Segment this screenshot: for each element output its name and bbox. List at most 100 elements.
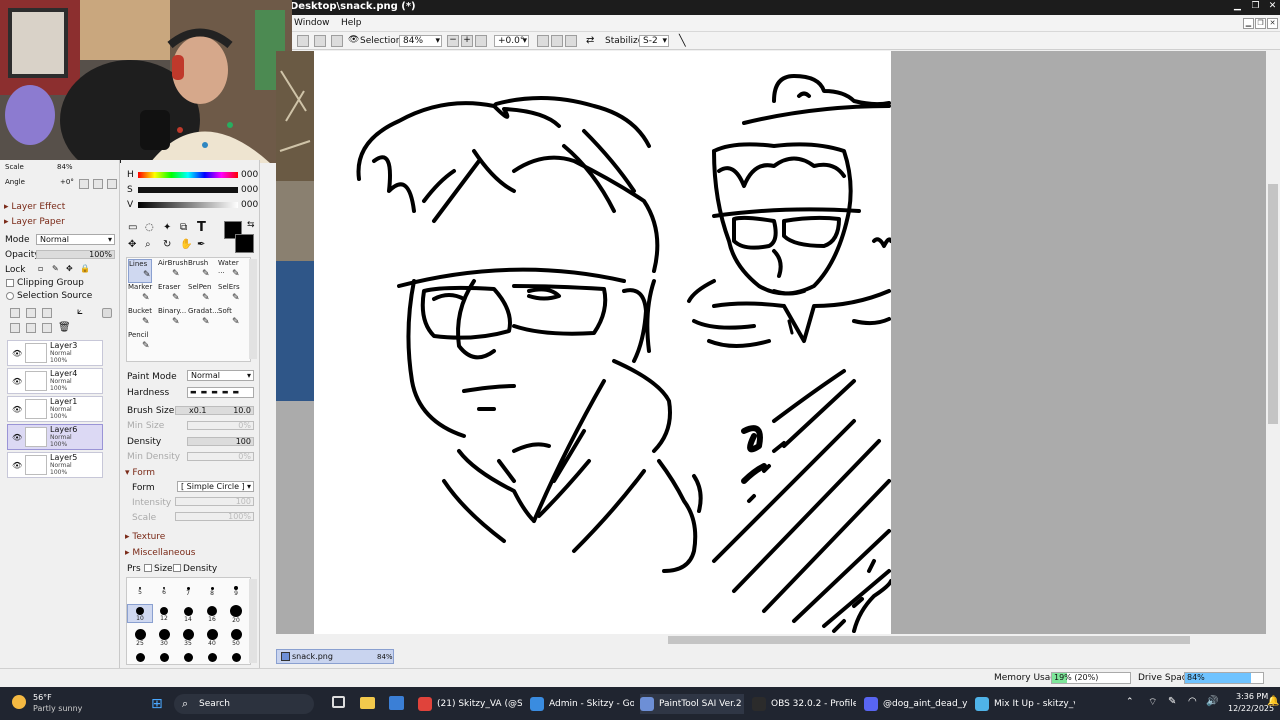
horizontal-scroll-thumb[interactable] — [668, 636, 1190, 644]
task-view-icon[interactable] — [332, 696, 345, 708]
brush-size-preset[interactable]: 10 — [127, 604, 153, 623]
maximize-icon[interactable]: ❐ — [1250, 1, 1261, 12]
zoom-in-icon[interactable]: + — [461, 35, 473, 47]
brush-size-preset[interactable] — [152, 651, 176, 662]
zoom-reset-icon[interactable] — [475, 35, 487, 47]
brush-size-preset[interactable]: 16 — [200, 605, 224, 623]
value-slider[interactable] — [138, 202, 238, 208]
taskbar-app[interactable]: PaintTool SAI Ver.2 (6 — [640, 694, 744, 714]
lock-move-icon[interactable]: ✥ — [66, 264, 73, 273]
size-grid-scrollbar[interactable] — [249, 579, 257, 663]
rotation-select[interactable]: +0.0° ▾ — [494, 35, 529, 47]
volume-icon[interactable]: 🔊 — [1206, 696, 1218, 707]
eyedropper-icon[interactable]: ✒ — [197, 239, 205, 250]
selection-toggle[interactable]: Selection — [360, 36, 401, 46]
layer-mode-select[interactable]: Normal ▾ — [36, 234, 115, 245]
brush-size-preset[interactable]: 7 — [176, 582, 200, 597]
brush-size-slider[interactable]: x0.1 10.0 — [175, 406, 254, 415]
brush-size-preset[interactable]: 20 — [224, 605, 248, 624]
intensity-slider[interactable]: 100 — [175, 497, 254, 506]
pressure-density-checkbox[interactable] — [173, 564, 181, 572]
minimize-icon[interactable]: ▁ — [1232, 1, 1243, 12]
drawing-canvas[interactable] — [314, 51, 891, 634]
zoom-out-icon[interactable]: − — [447, 35, 459, 47]
hue-slider[interactable] — [138, 172, 238, 178]
layer-row[interactable]: 👁 Layer1 Normal 100% — [7, 396, 103, 422]
lock-all-icon[interactable]: 🔒 — [80, 264, 90, 273]
clipping-group-checkbox[interactable] — [6, 279, 14, 287]
taskbar-app[interactable]: OBS 32.0.2 - Profile: S — [752, 694, 856, 714]
store-icon[interactable] — [389, 696, 404, 710]
clock-time[interactable]: 3:36 PM — [1236, 692, 1268, 701]
min-density-slider[interactable]: 0% — [187, 452, 254, 461]
wifi-icon[interactable]: ◠ — [1188, 696, 1197, 707]
straight-line-icon[interactable]: ╲ — [679, 34, 686, 47]
delete-layer-icon[interactable]: 🗑 — [58, 322, 71, 333]
taskbar-app[interactable]: (21) Skitzy_VA (@Skitz — [418, 694, 522, 714]
select-pen-icon[interactable]: ⧉ — [180, 222, 187, 233]
brush-tool-7[interactable]: SelErs ✎ — [218, 283, 242, 307]
brush-size-preset[interactable]: 25 — [128, 628, 152, 647]
undo-icon[interactable] — [297, 35, 309, 47]
transfer-down-icon[interactable] — [10, 323, 20, 333]
weather-temp[interactable]: 56°F — [33, 693, 52, 702]
brush-size-preset[interactable]: 35 — [176, 628, 200, 647]
redo-icon[interactable] — [314, 35, 326, 47]
lasso-icon[interactable]: ◌ — [145, 222, 154, 233]
brush-tool-4[interactable]: Marker ✎ — [128, 283, 152, 307]
rotate-icon[interactable]: ↻ — [163, 239, 171, 250]
rect-select-icon[interactable]: ▭ — [128, 222, 137, 233]
horizontal-scrollbar[interactable] — [276, 634, 1268, 646]
angle-rotate-icon[interactable] — [93, 179, 103, 189]
brush-tool-0[interactable]: Lines ✎ — [128, 259, 152, 283]
brush-tool-3[interactable]: Water ... ✎ — [218, 259, 242, 283]
new-linework-layer-icon[interactable] — [26, 308, 36, 318]
rotate-reset-icon[interactable] — [565, 35, 577, 47]
doc-restore-icon[interactable]: ❐ — [1255, 18, 1266, 29]
brush-tool-8[interactable]: Bucket ✎ — [128, 307, 152, 331]
selection-source-checkbox[interactable] — [6, 292, 14, 300]
brush-tool-10[interactable]: Gradat... ✎ — [188, 307, 219, 331]
text-tool-icon[interactable]: T — [197, 220, 206, 235]
hand-icon[interactable]: ✋ — [180, 239, 192, 250]
taskbar-app[interactable]: @dog_aint_dead_yet — [864, 694, 968, 714]
network-icon[interactable]: ⌔ — [1148, 696, 1157, 709]
brush-size-preset[interactable]: 30 — [152, 628, 176, 647]
layer-tool-icon[interactable]: ⟀ — [77, 306, 83, 317]
lock-transparency-icon[interactable]: ▫ — [38, 264, 43, 273]
brush-size-preset[interactable] — [200, 651, 224, 662]
brush-tool-1[interactable]: AirBrush ✎ — [158, 259, 188, 283]
layer-effect-section[interactable]: ▸ Layer Effect — [4, 202, 65, 212]
file-explorer-icon[interactable] — [360, 697, 375, 709]
brush-size-preset[interactable] — [128, 651, 152, 662]
rotate-left-icon[interactable] — [537, 35, 549, 47]
start-icon[interactable]: ⊞ — [151, 696, 163, 712]
document-tab[interactable]: snack.png 84% — [276, 649, 394, 664]
brush-size-preset[interactable]: 12 — [152, 605, 176, 622]
taskbar-app[interactable]: Mix It Up - skitzy_va - — [975, 694, 1075, 714]
form-section[interactable]: ▾ Form — [125, 468, 155, 478]
visibility-eye-icon[interactable]: 👁 — [12, 377, 22, 386]
notifications-icon[interactable]: 🔔 — [1267, 696, 1279, 707]
brush-size-preset[interactable] — [176, 651, 200, 662]
tray-chevron-icon[interactable]: ⌃ — [1126, 697, 1134, 707]
close-icon[interactable]: ✕ — [1267, 1, 1278, 12]
opacity-slider[interactable]: 100% — [36, 250, 115, 259]
brush-tool-2[interactable]: Brush ✎ — [188, 259, 212, 283]
layer-paper-section[interactable]: ▸ Layer Paper — [4, 217, 65, 227]
merge-down-icon[interactable] — [26, 323, 36, 333]
visibility-eye-icon[interactable]: 👁 — [12, 461, 22, 470]
magic-wand-icon[interactable]: ✦ — [163, 222, 171, 233]
deselect-icon[interactable] — [331, 35, 343, 47]
visibility-eye-icon[interactable]: 👁 — [12, 405, 22, 414]
clear-layer-icon[interactable] — [42, 323, 52, 333]
brush-tool-5[interactable]: Eraser ✎ — [158, 283, 182, 307]
brush-size-preset[interactable]: 50 — [224, 628, 248, 647]
new-layer-icon[interactable] — [10, 308, 20, 318]
taskbar-app[interactable]: Admin - Skitzy - Goog — [530, 694, 634, 714]
brush-grid-scrollbar[interactable] — [249, 259, 257, 359]
doc-close-icon[interactable]: ✕ — [1267, 18, 1278, 29]
zoom-select[interactable]: 84% ▾ — [399, 35, 442, 47]
brush-size-preset[interactable]: 40 — [200, 628, 224, 647]
brush-size-preset[interactable]: 8 — [200, 582, 224, 597]
